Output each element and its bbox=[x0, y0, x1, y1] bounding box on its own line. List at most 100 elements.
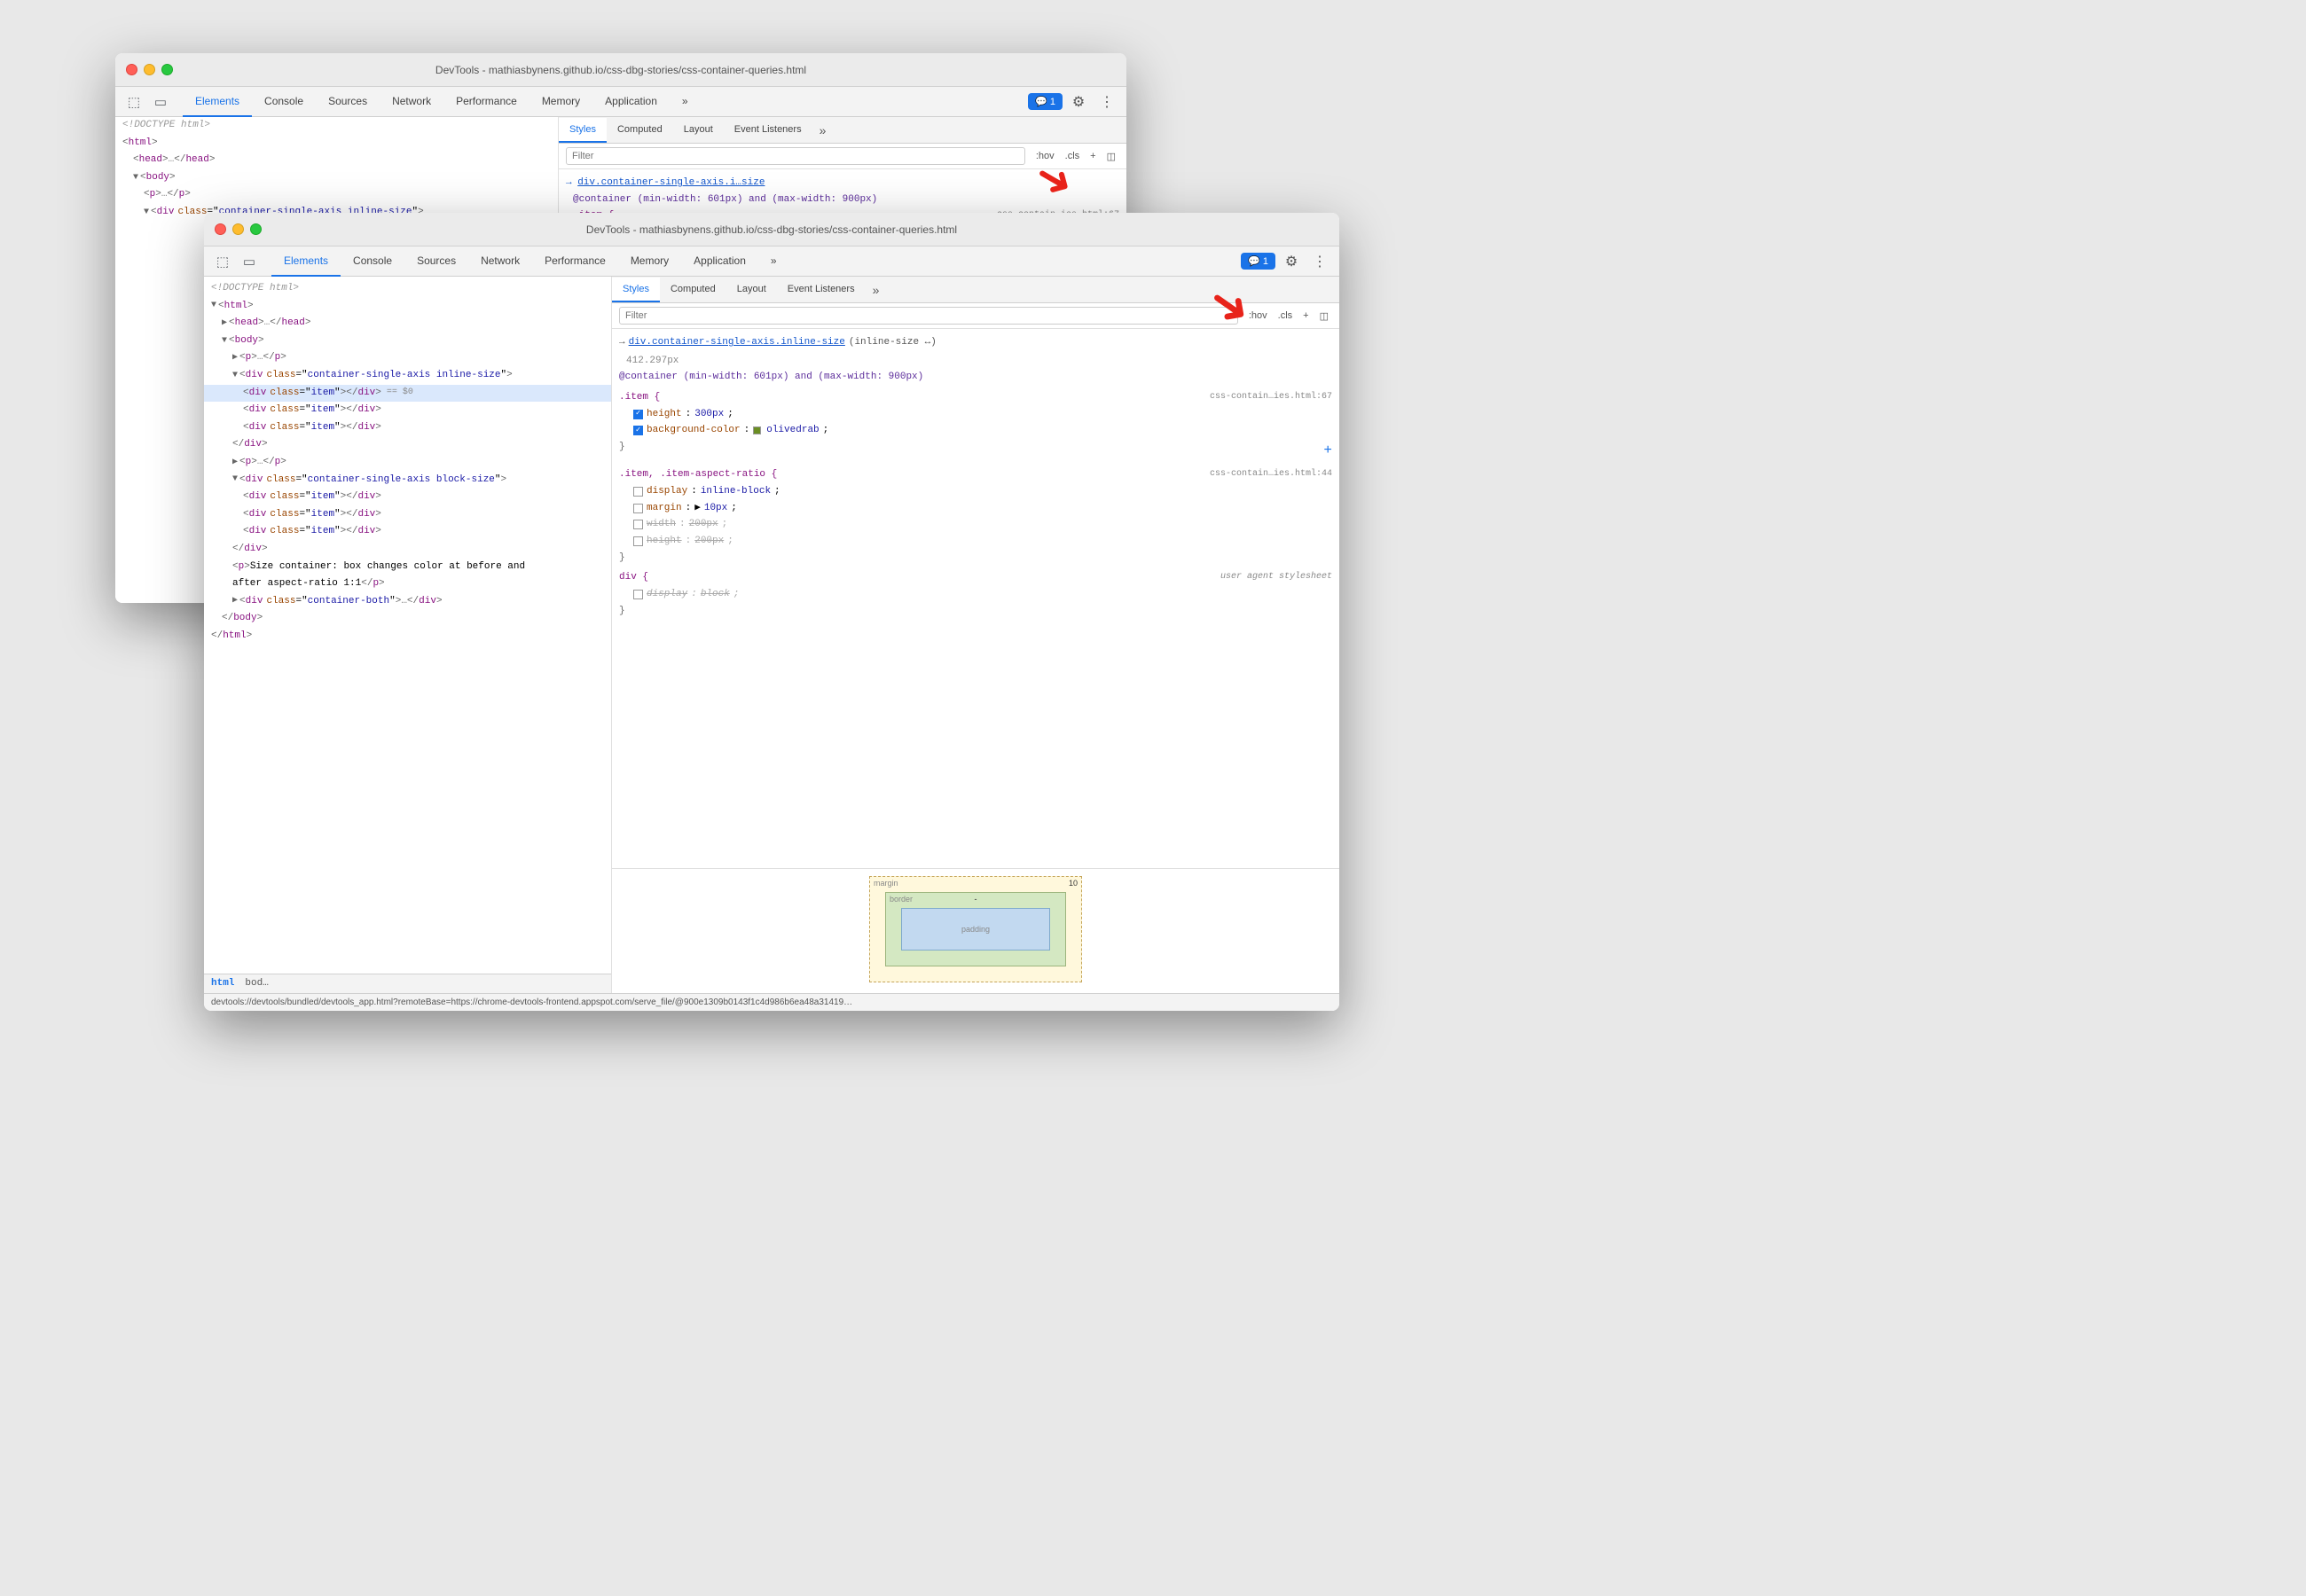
subtab-computed-1[interactable]: Computed bbox=[607, 118, 673, 143]
prop-checkbox-bgcolor[interactable]: ✓ bbox=[633, 426, 643, 435]
cursor-icon-2[interactable]: ⬚ bbox=[211, 250, 234, 273]
more-icon-2[interactable]: ⋮ bbox=[1307, 249, 1332, 274]
window-title-1: DevTools - mathiasbynens.github.io/css-d… bbox=[435, 64, 806, 76]
device-icon[interactable]: ▭ bbox=[149, 90, 172, 113]
add-prop-btn[interactable]: + bbox=[1316, 439, 1332, 463]
html-line: after aspect-ratio 1:1 </p> bbox=[204, 575, 611, 593]
subtab-event-listeners-2[interactable]: Event Listeners bbox=[777, 278, 866, 302]
rule-item-aspect-header: .item, .item-aspect-ratio { css-contain…… bbox=[619, 466, 1332, 483]
tab-elements-1[interactable]: Elements bbox=[183, 87, 252, 117]
html-line[interactable]: ▶ <div class="container-both" > … </div> bbox=[204, 593, 611, 611]
html-line[interactable]: ▼ <html> bbox=[204, 298, 611, 316]
tab-memory-1[interactable]: Memory bbox=[529, 87, 592, 117]
more-icon-1[interactable]: ⋮ bbox=[1094, 90, 1119, 114]
add-style-btn-1[interactable]: + bbox=[1086, 149, 1099, 163]
tab-sources-1[interactable]: Sources bbox=[316, 87, 380, 117]
tab-elements-2[interactable]: Elements bbox=[271, 246, 341, 277]
tab-sources-2[interactable]: Sources bbox=[404, 246, 468, 277]
minimize-button[interactable] bbox=[144, 64, 155, 75]
html-line[interactable]: ▶ <head> … </head> bbox=[204, 315, 611, 332]
hov-button-1[interactable]: :hov bbox=[1032, 149, 1058, 163]
tab-memory-2[interactable]: Memory bbox=[618, 246, 681, 277]
css-selector-line: → div.container-single-axis.i…size bbox=[566, 175, 1119, 192]
at-container-2: @container (min-width: 601px) and (max-w… bbox=[619, 369, 1332, 386]
close-button[interactable] bbox=[126, 64, 137, 75]
tab-application-1[interactable]: Application bbox=[592, 87, 670, 117]
html-line[interactable]: <div class="item" ></div> bbox=[204, 506, 611, 524]
bottom-tab-html[interactable]: html bbox=[211, 976, 234, 992]
arrow-link-2[interactable]: → bbox=[619, 334, 625, 351]
html-line[interactable]: <html> bbox=[115, 135, 558, 153]
css-prop-height: ✓ height : 300px ; bbox=[619, 406, 1332, 423]
hov-button-2[interactable]: :hov bbox=[1245, 309, 1271, 323]
selector-link-2[interactable]: div.container-single-axis.inline-size bbox=[629, 334, 845, 351]
subtab-computed-2[interactable]: Computed bbox=[660, 278, 726, 302]
subtab-more-2[interactable]: » bbox=[866, 278, 887, 302]
html-line[interactable]: <div class="item" ></div> bbox=[204, 523, 611, 541]
tab-console-2[interactable]: Console bbox=[341, 246, 404, 277]
css-rule-item: .item { css-contain…ies.html:67 ✓ height… bbox=[612, 387, 1339, 465]
selector-link-1[interactable]: div.container-single-axis.i…size bbox=[577, 177, 765, 188]
html-line-selected[interactable]: <div class="item" ></div> == $0 bbox=[204, 385, 611, 403]
subtab-styles-2[interactable]: Styles bbox=[612, 278, 660, 302]
main-toolbar-1: ⬚ ▭ Elements Console Sources Network Per… bbox=[115, 87, 1126, 117]
tab-performance-2[interactable]: Performance bbox=[532, 246, 618, 277]
html-line[interactable]: ▼ <body> bbox=[204, 332, 611, 350]
subtab-more-1[interactable]: » bbox=[812, 118, 834, 143]
toggle-sidebar-btn-1[interactable]: ◫ bbox=[1103, 149, 1119, 164]
html-line[interactable]: ▶ <p> … </p> bbox=[204, 454, 611, 472]
tab-network-2[interactable]: Network bbox=[468, 246, 532, 277]
cls-button-2[interactable]: .cls bbox=[1275, 309, 1297, 323]
prop-checkbox-display-block[interactable] bbox=[633, 590, 643, 599]
html-line[interactable]: ▶ <p> … </p> bbox=[204, 349, 611, 367]
maximize-button-2[interactable] bbox=[250, 223, 262, 235]
settings-icon-1[interactable]: ⚙ bbox=[1066, 90, 1091, 114]
tab-console-1[interactable]: Console bbox=[252, 87, 316, 117]
close-button-2[interactable] bbox=[215, 223, 226, 235]
prop-checkbox-margin[interactable] bbox=[633, 504, 643, 513]
chat-button-1[interactable]: 💬 1 bbox=[1028, 93, 1063, 110]
color-swatch-olivedrab[interactable] bbox=[753, 426, 761, 434]
html-line[interactable]: <div class="item" ></div> bbox=[204, 489, 611, 506]
subtab-styles-1[interactable]: Styles bbox=[559, 118, 607, 143]
subtab-event-listeners-1[interactable]: Event Listeners bbox=[724, 118, 812, 143]
html-line[interactable]: <div class="item" ></div> bbox=[204, 419, 611, 437]
filter-input-2[interactable] bbox=[619, 307, 1238, 325]
chat-button-2[interactable]: 💬 1 bbox=[1241, 253, 1275, 270]
html-line[interactable]: <head> … </head> bbox=[115, 152, 558, 169]
arrow-link[interactable]: → bbox=[566, 177, 577, 188]
cls-button-1[interactable]: .cls bbox=[1062, 149, 1084, 163]
subtab-layout-1[interactable]: Layout bbox=[673, 118, 724, 143]
maximize-button[interactable] bbox=[161, 64, 173, 75]
tab-more-2[interactable]: » bbox=[758, 246, 789, 277]
tab-performance-1[interactable]: Performance bbox=[443, 87, 529, 117]
html-line[interactable]: ▼ <div class="container-single-axis inli… bbox=[204, 367, 611, 385]
bottom-tab-body[interactable]: bod… bbox=[245, 976, 268, 992]
tab-more-1[interactable]: » bbox=[670, 87, 701, 117]
subtab-layout-2[interactable]: Layout bbox=[726, 278, 777, 302]
html-line[interactable]: <p> … </p> bbox=[115, 186, 558, 204]
traffic-lights-2 bbox=[215, 223, 262, 235]
bm-margin-value: 10 bbox=[1069, 879, 1078, 888]
filter-input-1[interactable] bbox=[566, 147, 1025, 165]
toggle-sidebar-btn-2[interactable]: ◫ bbox=[1316, 309, 1332, 324]
cursor-icon[interactable]: ⬚ bbox=[122, 90, 145, 113]
css-rule-item-aspect: .item, .item-aspect-ratio { css-contain…… bbox=[612, 465, 1339, 567]
toolbar-right-2: 💬 1 ⚙ ⋮ bbox=[1241, 249, 1332, 274]
settings-icon-2[interactable]: ⚙ bbox=[1279, 249, 1304, 274]
prop-checkbox-width[interactable] bbox=[633, 520, 643, 529]
html-line[interactable]: ▼ <body> bbox=[115, 169, 558, 187]
tab-network-1[interactable]: Network bbox=[380, 87, 443, 117]
prop-checkbox-display[interactable] bbox=[633, 487, 643, 497]
selector-row: → div.container-single-axis.inline-size … bbox=[619, 334, 1332, 353]
rule-div-ua-header: div { user agent stylesheet bbox=[619, 569, 1332, 586]
prop-checkbox-height2[interactable] bbox=[633, 536, 643, 546]
minimize-button-2[interactable] bbox=[232, 223, 244, 235]
tab-application-2[interactable]: Application bbox=[681, 246, 758, 277]
html-line[interactable]: ▼ <div class="container-single-axis bloc… bbox=[204, 472, 611, 489]
device-icon-2[interactable]: ▭ bbox=[238, 250, 261, 273]
add-style-btn-2[interactable]: + bbox=[1299, 309, 1312, 323]
html-line[interactable]: <div class="item" ></div> bbox=[204, 402, 611, 419]
prop-checkbox-height[interactable]: ✓ bbox=[633, 410, 643, 419]
html-line: </html> bbox=[204, 628, 611, 645]
